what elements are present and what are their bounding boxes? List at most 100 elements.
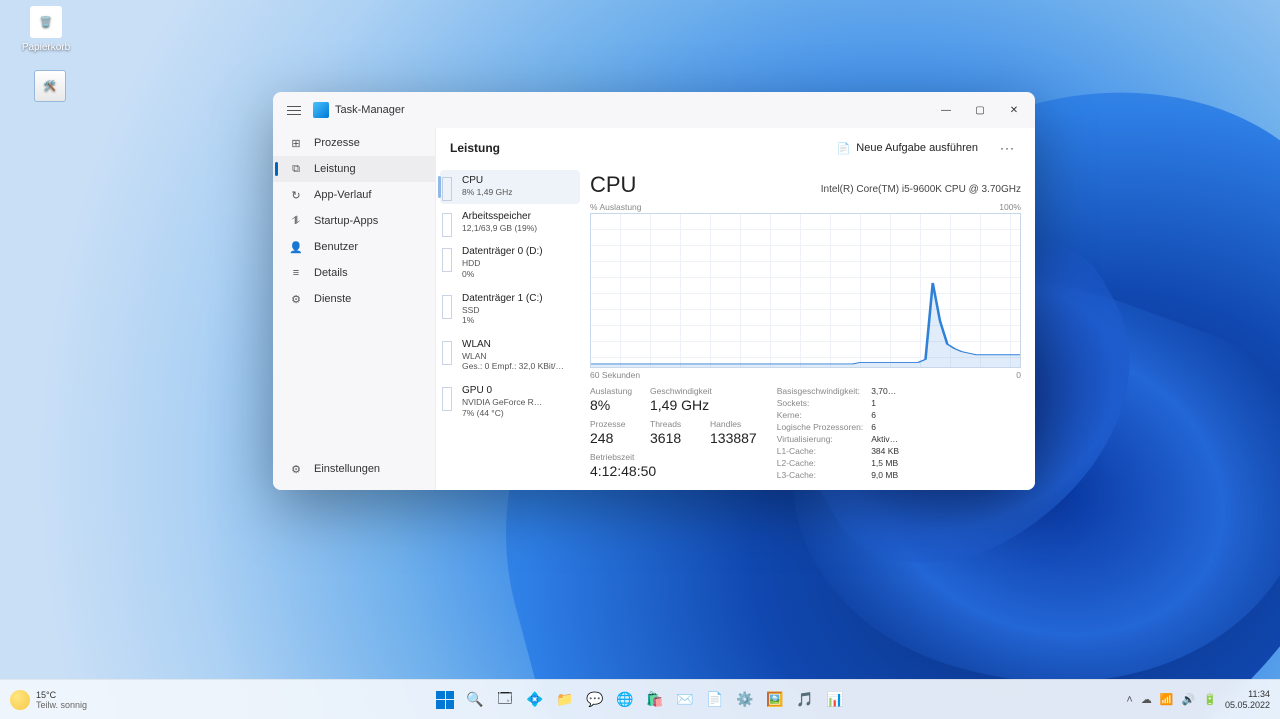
- close-button[interactable]: ✕: [997, 95, 1031, 125]
- perf-item-gpu-0[interactable]: GPU 0NVIDIA GeForce R…7% (44 °C): [440, 380, 580, 424]
- users-icon: 👤: [289, 240, 303, 254]
- sparkline-icon: [442, 387, 452, 411]
- history-icon: ↻: [289, 188, 303, 202]
- battery-icon[interactable]: 🔋: [1203, 693, 1217, 706]
- kv-key: Sockets:: [777, 398, 863, 408]
- kv-key: Kerne:: [777, 410, 863, 420]
- sidebar-item-label: Prozesse: [314, 137, 360, 149]
- taskbar-clock[interactable]: 11:34 05.05.2022: [1225, 689, 1270, 710]
- stat-processes: Prozesse248: [590, 419, 636, 446]
- perf-item-wlan[interactable]: WLANWLANGes.: 0 Empf.: 32,0 KBit/…: [440, 334, 580, 378]
- minimize-button[interactable]: —: [929, 95, 963, 125]
- services-icon: ⚙: [289, 292, 303, 306]
- kv-key: Logische Prozessoren:: [777, 422, 863, 432]
- perf-item-disk-1[interactable]: Datenträger 1 (C:)SSD1%: [440, 288, 580, 332]
- edge-button[interactable]: 🌐: [612, 687, 638, 713]
- store-button[interactable]: 🛍️: [642, 687, 668, 713]
- stat-label: Prozesse: [590, 419, 636, 429]
- volume-icon[interactable]: 🔊: [1182, 693, 1196, 706]
- kv-value: Aktiv…: [871, 434, 899, 444]
- perf-item-title: WLAN: [462, 339, 574, 350]
- new-task-button[interactable]: 📄 Neue Aufgabe ausführen: [831, 138, 984, 159]
- run-icon: 📄: [837, 142, 851, 155]
- kv-value: 384 KB: [871, 446, 899, 456]
- more-options-button[interactable]: ···: [994, 137, 1021, 159]
- sidebar-item-services[interactable]: ⚙Dienste: [273, 286, 435, 312]
- task-view-button[interactable]: 🗔: [492, 687, 518, 713]
- sidebar-item-processes[interactable]: ⊞Prozesse: [273, 130, 435, 156]
- desktop-icon-control-panel[interactable]: 🛠️: [20, 70, 80, 106]
- main-header: Leistung 📄 Neue Aufgabe ausführen ···: [436, 128, 1035, 168]
- sidebar-item-details[interactable]: ≡Details: [273, 260, 435, 286]
- perf-item-memory[interactable]: Arbeitsspeicher12,1/63,9 GB (19%): [440, 206, 580, 240]
- chart-xlabel-left: 60 Sekunden: [590, 370, 640, 380]
- new-task-label: Neue Aufgabe ausführen: [856, 142, 978, 154]
- sidebar-item-label: Startup-Apps: [314, 215, 378, 227]
- stat-label: Geschwindigkeit: [650, 386, 712, 396]
- spotify-button[interactable]: 🎵: [792, 687, 818, 713]
- taskmanager-button[interactable]: 📊: [822, 687, 848, 713]
- detail-title: CPU: [590, 172, 636, 198]
- perf-item-sub: 8% 1,49 GHz: [462, 187, 574, 198]
- search-button[interactable]: 🔍: [462, 687, 488, 713]
- stat-label: Auslastung: [590, 386, 636, 396]
- stat-threads: Threads3618: [650, 419, 696, 446]
- gear-icon: ⚙: [289, 462, 303, 476]
- kv-value: 9,0 MB: [871, 470, 899, 480]
- performance-icon: ⧉: [289, 162, 303, 176]
- chart-ymax: 100%: [999, 202, 1021, 212]
- page-title: Leistung: [450, 141, 500, 155]
- weather-text: Teilw. sonnig: [36, 700, 87, 710]
- sparkline-icon: [442, 295, 452, 319]
- control-panel-icon: 🛠️: [34, 70, 66, 102]
- perf-item-disk-0[interactable]: Datenträger 0 (D:)HDD0%: [440, 241, 580, 285]
- kv-key: L2-Cache:: [777, 458, 863, 468]
- stat-label: Threads: [650, 419, 696, 429]
- kv-key: Virtualisierung:: [777, 434, 863, 444]
- word-button[interactable]: 📄: [702, 687, 728, 713]
- perf-item-cpu[interactable]: CPU8% 1,49 GHz: [440, 170, 580, 204]
- titlebar[interactable]: Task-Manager — ▢ ✕: [273, 92, 1035, 128]
- stat-value: 1,49 GHz: [650, 397, 712, 413]
- taskbar-weather-widget[interactable]: 15°C Teilw. sonnig: [0, 690, 87, 710]
- photos-button[interactable]: 🖼️: [762, 687, 788, 713]
- cpu-utilization-chart[interactable]: [590, 213, 1021, 368]
- sidebar-item-users[interactable]: 👤Benutzer: [273, 234, 435, 260]
- chat-button[interactable]: 💬: [582, 687, 608, 713]
- kv-key: Basisgeschwindigkeit:: [777, 386, 863, 396]
- wifi-icon[interactable]: 📶: [1160, 693, 1174, 706]
- system-tray[interactable]: ˄ ☁ 📶 🔊 🔋 11:34 05.05.2022: [1126, 689, 1280, 710]
- clock-time: 11:34: [1225, 689, 1270, 699]
- perf-item-sub: SSD1%: [462, 305, 574, 326]
- explorer-button[interactable]: 📁: [552, 687, 578, 713]
- settings-button[interactable]: ⚙️: [732, 687, 758, 713]
- kv-value: 1,5 MB: [871, 458, 899, 468]
- maximize-button[interactable]: ▢: [963, 95, 997, 125]
- task-manager-window: Task-Manager — ▢ ✕ ⊞Prozesse ⧉Leistung ↻…: [273, 92, 1035, 490]
- stat-label: Betriebszeit: [590, 452, 757, 462]
- start-button[interactable]: [432, 687, 458, 713]
- perf-item-sub: NVIDIA GeForce R…7% (44 °C): [462, 397, 574, 418]
- sidebar-item-performance[interactable]: ⧉Leistung: [273, 156, 435, 182]
- taskbar[interactable]: 15°C Teilw. sonnig 🔍 🗔 💠 📁 💬 🌐 🛍️ ✉️ 📄 ⚙…: [0, 679, 1280, 719]
- desktop-icon-recycle-bin[interactable]: 🗑️ Papierkorb: [16, 6, 76, 53]
- sidebar: ⊞Prozesse ⧉Leistung ↻App-Verlauf ⥮Startu…: [273, 128, 435, 490]
- sidebar-item-app-history[interactable]: ↻App-Verlauf: [273, 182, 435, 208]
- sparkline-icon: [442, 341, 452, 365]
- mail-button[interactable]: ✉️: [672, 687, 698, 713]
- app-icon: [313, 102, 329, 118]
- kv-value: 3,70…: [871, 386, 899, 396]
- stat-value: 8%: [590, 397, 636, 413]
- tray-overflow-icon[interactable]: ˄: [1126, 694, 1132, 706]
- stat-speed: Geschwindigkeit1,49 GHz: [650, 386, 712, 413]
- sparkline-icon: [442, 248, 452, 272]
- stat-value: 133887: [710, 430, 757, 446]
- sidebar-item-startup[interactable]: ⥮Startup-Apps: [273, 208, 435, 234]
- hamburger-menu-button[interactable]: [283, 99, 305, 121]
- perf-item-title: Datenträger 1 (C:): [462, 293, 574, 304]
- perf-item-title: GPU 0: [462, 385, 574, 396]
- sidebar-item-settings[interactable]: ⚙Einstellungen: [273, 456, 435, 482]
- onedrive-icon[interactable]: ☁: [1141, 693, 1152, 706]
- widgets-button[interactable]: 💠: [522, 687, 548, 713]
- weather-icon: [10, 690, 30, 710]
